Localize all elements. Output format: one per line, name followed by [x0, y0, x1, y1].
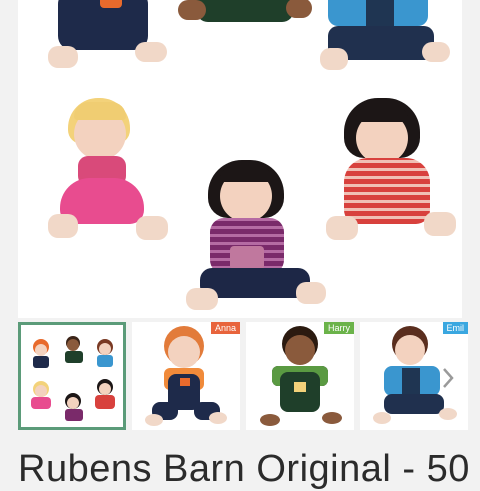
doll-red-striped-dress [320, 98, 456, 248]
harry-thumbnail-image [260, 326, 342, 426]
thumbnail-tag-harry: Harry [324, 322, 354, 334]
main-product-image[interactable] [18, 0, 462, 318]
doll-top-right [318, 0, 450, 80]
anna-thumbnail-image [145, 326, 227, 426]
collection-thumbnail-image [31, 336, 115, 421]
thumbnail-1[interactable] [18, 322, 126, 430]
doll-pink-dress [38, 98, 168, 248]
next-thumbnails-button[interactable] [432, 358, 464, 398]
product-title: Rubens Barn Original - 50 [18, 448, 470, 490]
doll-purple-top [178, 160, 326, 310]
doll-top-center [178, 0, 312, 30]
chevron-right-icon [443, 368, 454, 388]
thumbnail-tag-emil: Emil [442, 322, 468, 334]
doll-top-left [40, 0, 167, 80]
thumbnail-3[interactable]: Harry [246, 322, 354, 430]
thumbnail-strip: Anna Harry Emil [18, 322, 480, 434]
thumbnail-4[interactable]: Emil [360, 322, 468, 430]
thumbnail-tag-anna: Anna [210, 322, 240, 334]
thumbnail-2[interactable]: Anna [132, 322, 240, 430]
